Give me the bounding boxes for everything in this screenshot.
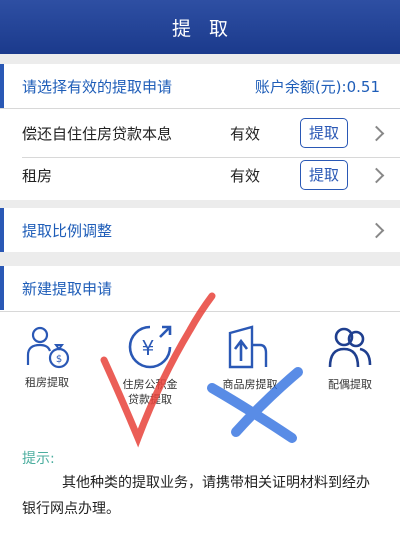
spacer bbox=[0, 252, 400, 266]
type-commercial-house-withdraw[interactable]: 商品房提取 bbox=[205, 323, 295, 392]
money-bag-person-icon: $ bbox=[26, 326, 70, 369]
type-label: 配偶提取 bbox=[328, 378, 372, 391]
building-upload-icon bbox=[228, 325, 268, 369]
type-label: 租房提取 bbox=[25, 376, 69, 389]
chevron-right-icon bbox=[368, 125, 385, 142]
type-loan-withdraw[interactable]: ¥ 住房公积金贷款提取 bbox=[105, 323, 195, 407]
spacer bbox=[0, 54, 400, 64]
application-name: 偿还自住住房贷款本息 bbox=[22, 124, 173, 143]
application-status: 有效 bbox=[230, 166, 261, 185]
withdraw-button-loan[interactable]: 提取 bbox=[300, 118, 348, 148]
divider bbox=[0, 311, 400, 312]
account-balance: 账户余额(元):0.51 bbox=[254, 77, 380, 96]
tip-body: 其他种类的提取业务，请携带相关证明材料到经办银行网点办理。 bbox=[22, 475, 370, 517]
couple-icon bbox=[328, 327, 372, 368]
type-label: 住房公积金贷款提取 bbox=[122, 378, 178, 406]
select-application-header: 请选择有效的提取申请 账户余额(元):0.51 bbox=[0, 64, 400, 108]
ratio-adjust-label: 提取比例调整 bbox=[22, 221, 113, 240]
new-application-header: 新建提取申请 bbox=[0, 266, 400, 310]
application-row-rent[interactable]: 租房 有效 提取 bbox=[0, 150, 400, 200]
new-application-title: 新建提取申请 bbox=[22, 279, 113, 298]
application-status: 有效 bbox=[230, 124, 261, 143]
withdraw-button-rent[interactable]: 提取 bbox=[300, 160, 348, 190]
ratio-adjust-row[interactable]: 提取比例调整 bbox=[0, 208, 400, 252]
tip-title: 提示: bbox=[22, 451, 55, 467]
chevron-right-icon bbox=[368, 222, 385, 239]
svg-text:$: $ bbox=[56, 354, 62, 365]
type-label: 商品房提取 bbox=[222, 378, 278, 391]
application-name: 租房 bbox=[22, 166, 53, 185]
type-spouse-withdraw[interactable]: 配偶提取 bbox=[305, 323, 395, 392]
svg-text:¥: ¥ bbox=[142, 336, 155, 360]
page-title: 提取 bbox=[171, 17, 246, 40]
select-application-title: 请选择有效的提取申请 bbox=[22, 77, 173, 96]
type-rent-withdraw[interactable]: $ 租房提取 bbox=[2, 323, 92, 390]
chevron-right-icon bbox=[368, 167, 385, 184]
header-bar: 提取 bbox=[0, 0, 400, 54]
spacer bbox=[0, 200, 400, 208]
yen-refresh-icon: ¥ bbox=[128, 325, 172, 369]
